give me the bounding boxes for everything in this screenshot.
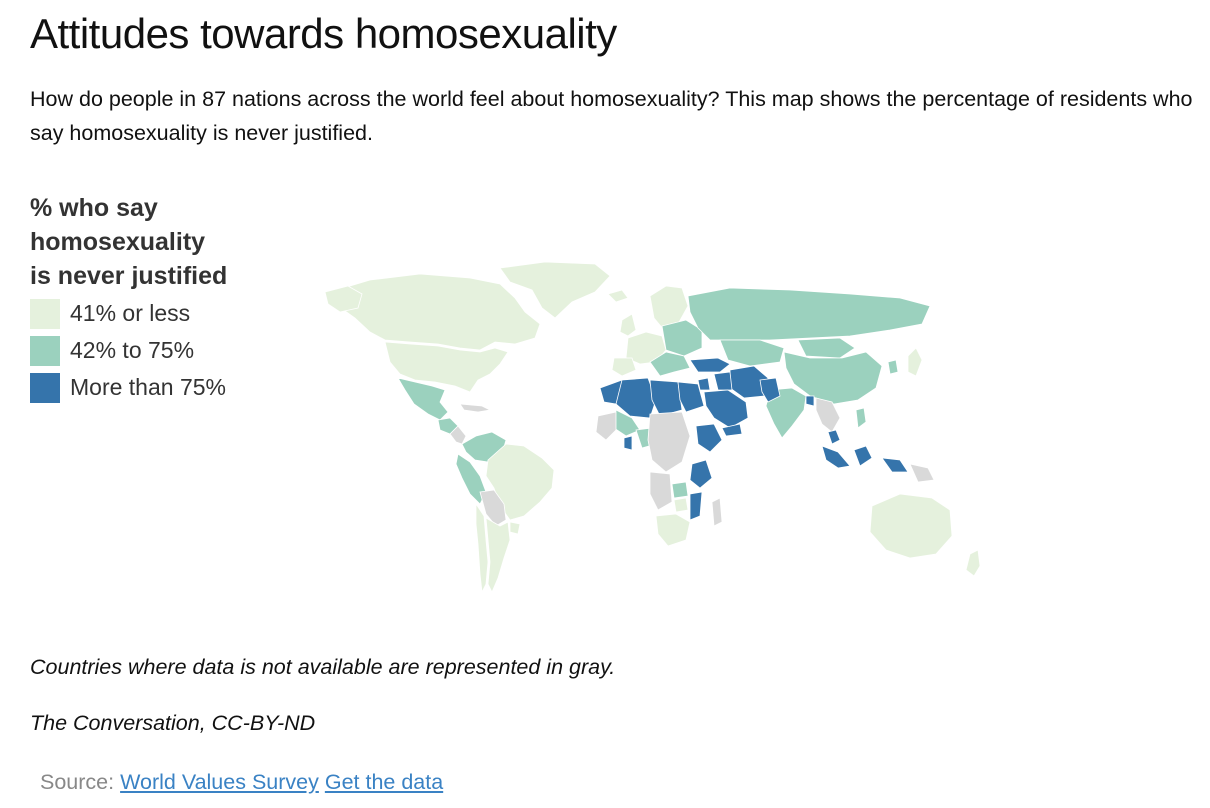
source-prefix: Source:	[40, 770, 115, 794]
mozambique	[689, 491, 703, 521]
uk-ireland	[619, 313, 637, 337]
new-zealand	[965, 549, 981, 577]
iraq	[713, 371, 733, 391]
uruguay	[509, 521, 521, 535]
turkey	[689, 357, 731, 373]
korea	[887, 359, 899, 375]
legend-swatch-high	[30, 372, 60, 403]
indonesia-west	[821, 445, 851, 469]
world-values-survey-link[interactable]: World Values Survey	[120, 770, 319, 794]
legend-swatch-low	[30, 298, 60, 329]
iberia	[611, 357, 637, 377]
west-africa	[595, 411, 617, 441]
papua	[909, 463, 935, 483]
indonesia-east	[881, 457, 909, 473]
philippines	[855, 407, 867, 429]
legend-label-mid: 42% to 75%	[70, 337, 195, 363]
get-the-data-link[interactable]: Get the data	[325, 770, 443, 794]
legend-label-low: 41% or less	[70, 300, 191, 326]
kazakhstan	[719, 339, 785, 367]
canada	[329, 273, 541, 351]
yemen	[721, 423, 743, 437]
legend-item-mid: 42% to 75%	[30, 332, 270, 369]
central-africa	[647, 411, 691, 473]
legend-item-high: More than 75%	[30, 369, 270, 406]
chile	[475, 502, 489, 594]
ghana	[623, 435, 633, 451]
subtitle: How do people in 87 nations across the w…	[30, 87, 1193, 145]
libya	[649, 379, 683, 417]
legend-title-line: homosexuality	[30, 228, 206, 256]
eastern-europe	[661, 319, 703, 357]
credit-note: The Conversation, CC-BY-ND	[30, 711, 316, 735]
australia	[869, 493, 953, 559]
no-data-note: Countries where data is not available ar…	[30, 655, 616, 679]
russia	[687, 287, 931, 341]
zimbabwe	[673, 497, 689, 513]
legend-title-line: % who say	[30, 194, 158, 222]
malaysia	[827, 429, 841, 445]
cuba	[459, 403, 492, 413]
zambia	[671, 481, 689, 499]
page-title: Attitudes towards homosexuality	[30, 10, 617, 57]
legend-title: % who say homosexuality is never justifi…	[30, 191, 270, 293]
legend-swatch-mid	[30, 335, 60, 366]
bangladesh	[805, 395, 815, 407]
japan	[907, 347, 923, 377]
mexico	[397, 377, 449, 421]
mongolia	[797, 337, 856, 359]
ethiopia	[695, 423, 723, 453]
legend: % who say homosexuality is never justifi…	[30, 191, 270, 406]
legend-item-low: 41% or less	[30, 295, 270, 332]
south-africa	[655, 513, 691, 547]
source-line: Source: World Values Survey Get the data	[40, 770, 443, 795]
argentina	[485, 517, 511, 593]
madagascar	[711, 497, 723, 527]
indonesia-central	[853, 445, 873, 467]
iceland	[607, 289, 629, 303]
angola	[649, 471, 673, 511]
legend-label-high: More than 75%	[70, 374, 226, 400]
jordan	[697, 377, 711, 391]
world-map[interactable]	[310, 240, 1200, 610]
tanzania	[689, 459, 713, 489]
legend-title-line: is never justified	[30, 262, 228, 290]
